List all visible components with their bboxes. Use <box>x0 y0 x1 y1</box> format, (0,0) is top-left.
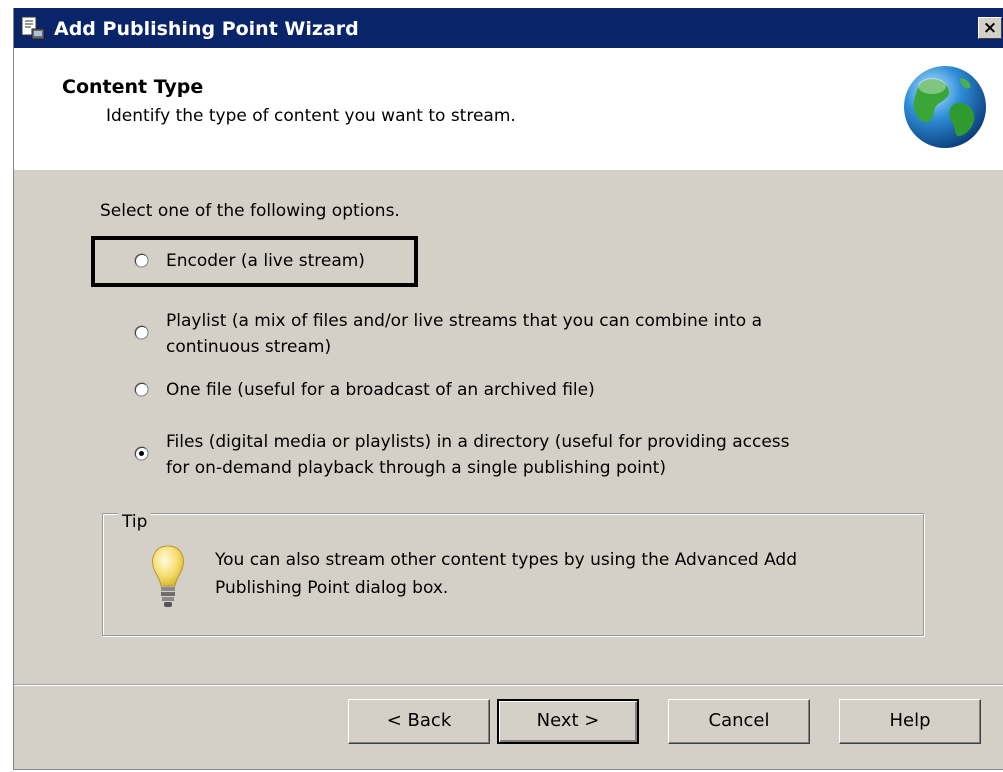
radio-icon[interactable] <box>134 382 149 397</box>
close-button[interactable]: × <box>978 17 1002 39</box>
radio-icon[interactable] <box>134 325 149 340</box>
wizard-header: Content Type Identify the type of conten… <box>14 48 1003 170</box>
radio-icon[interactable] <box>134 446 149 461</box>
option-one-file[interactable]: One file (useful for a broadcast of an a… <box>134 377 694 403</box>
page-subtitle: Identify the type of content you want to… <box>106 106 516 126</box>
lightbulb-icon <box>152 545 184 607</box>
option-label: One file (useful for a broadcast of an a… <box>166 380 595 400</box>
tip-text: You can also stream other content types … <box>215 546 905 602</box>
tip-line: You can also stream other content types … <box>215 550 798 570</box>
window-title: Add Publishing Point Wizard <box>54 18 359 40</box>
option-playlist[interactable]: Playlist (a mix of files and/or live str… <box>134 308 894 360</box>
wizard-app-icon <box>21 16 45 40</box>
title-bar[interactable]: Add Publishing Point Wizard × <box>14 8 1003 48</box>
encoder-highlight-box <box>91 236 418 287</box>
options-prompt: Select one of the following options. <box>100 201 400 221</box>
tip-legend: Tip <box>118 512 152 532</box>
cancel-button[interactable]: Cancel <box>668 699 810 744</box>
globe-icon <box>904 66 986 148</box>
option-label-continued: continuous stream) <box>166 337 332 357</box>
option-files-directory[interactable]: Files (digital media or playlists) in a … <box>134 429 894 481</box>
footer-separator <box>14 684 1003 686</box>
option-label: Files (digital media or playlists) in a … <box>166 432 790 452</box>
option-label-continued: for on-demand playback through a single … <box>166 458 666 478</box>
back-button[interactable]: < Back <box>348 699 490 744</box>
wizard-window: Add Publishing Point Wizard × Content Ty… <box>13 8 1003 770</box>
option-label: Playlist (a mix of files and/or live str… <box>166 311 763 331</box>
next-button[interactable]: Next > <box>497 699 639 744</box>
page-title: Content Type <box>62 76 204 98</box>
tip-line: Publishing Point dialog box. <box>215 578 449 598</box>
close-icon: × <box>982 18 998 38</box>
header-separator <box>14 169 1003 170</box>
help-button[interactable]: Help <box>839 699 981 744</box>
